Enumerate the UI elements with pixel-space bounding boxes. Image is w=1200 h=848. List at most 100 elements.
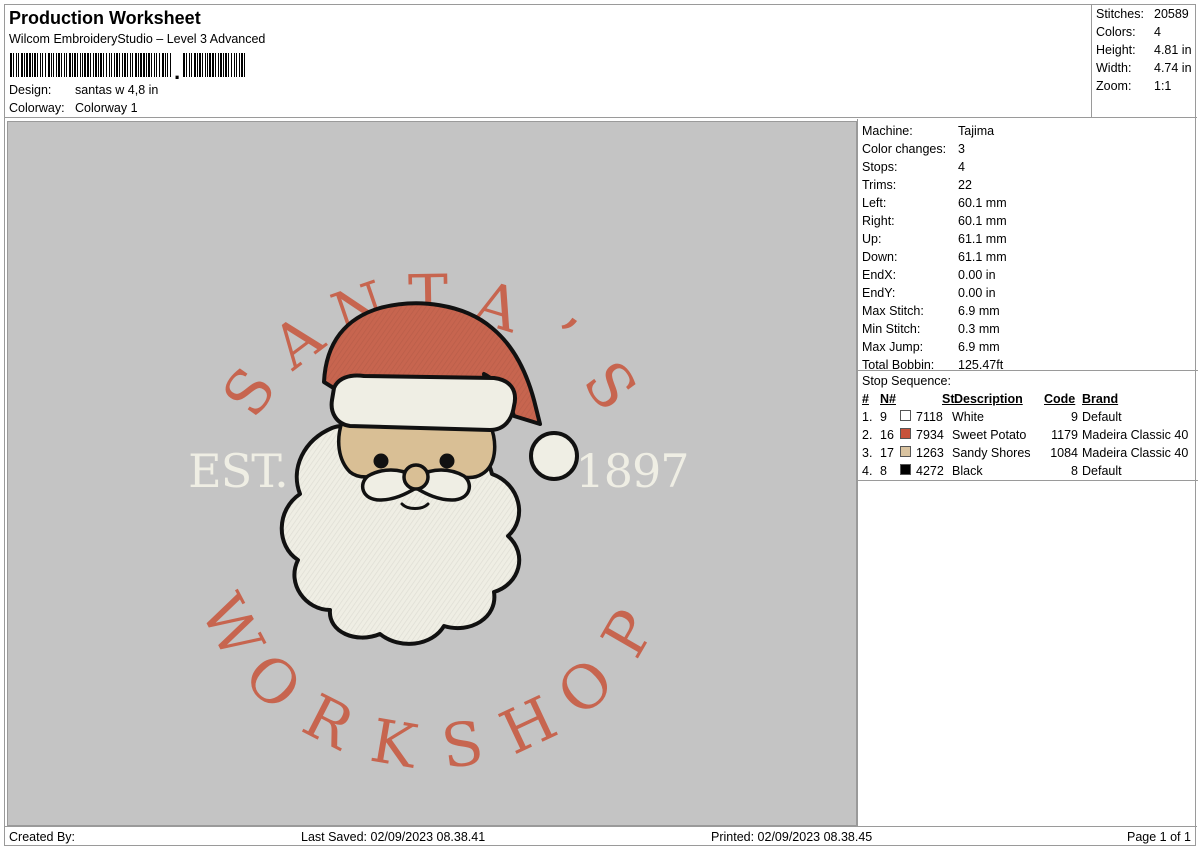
barcode-bar	[205, 53, 206, 77]
thread-brand: Madeira Classic 40	[1082, 428, 1189, 442]
barcode-bar	[159, 53, 160, 77]
color-swatch	[900, 464, 911, 475]
santa-right-eye	[439, 453, 455, 469]
barcode-bar	[51, 53, 52, 77]
barcode-bar	[109, 53, 110, 77]
detail-row: Down: 61.1 mm	[862, 250, 1007, 264]
barcode-bar	[156, 53, 157, 77]
barcode-bar	[186, 53, 187, 77]
barcode-bar	[220, 53, 222, 77]
summary-value: 1:1	[1154, 79, 1172, 93]
summary-row: Width: 4.74 in	[1096, 61, 1192, 75]
detail-label: Max Jump:	[862, 340, 924, 354]
detail-value: 61.1 mm	[958, 250, 1007, 264]
thread-brand: Madeira Classic 40	[1082, 446, 1189, 460]
arc-letter: R	[292, 681, 366, 765]
stitch-count: 1263	[916, 446, 944, 460]
summary-label: Height:	[1096, 43, 1136, 57]
detail-value: 0.00 in	[958, 286, 996, 300]
thread-description: Black	[952, 464, 983, 478]
barcode-bar	[13, 53, 14, 77]
color-swatch	[900, 428, 911, 439]
needle-number: 8	[880, 464, 887, 478]
barcode-bar	[215, 53, 216, 77]
barcode-bar	[103, 53, 104, 77]
summary-label: Colors:	[1096, 25, 1136, 39]
year-text: 1897	[575, 444, 688, 498]
stop-index: 2.	[862, 428, 873, 442]
column-header-n: N#	[880, 392, 896, 406]
arc-letter: S	[437, 708, 487, 783]
santa-hat-pompom	[529, 431, 579, 481]
detail-label: Min Stitch:	[862, 322, 921, 336]
detail-row: Max Stitch: 6.9 mm	[862, 304, 1000, 318]
detail-label: Left:	[862, 196, 887, 210]
barcode-bar	[135, 53, 137, 77]
machine-details-panel: Machine: Tajima Color changes: 3 Stops: 4 Trim…	[857, 119, 1198, 827]
detail-label: Trims:	[862, 178, 897, 192]
barcode-bar	[45, 53, 46, 77]
detail-row: Right: 60.1 mm	[862, 214, 1007, 228]
stitch-count: 4272	[916, 464, 944, 478]
barcode-bar	[146, 53, 147, 77]
barcode-bar	[130, 53, 131, 77]
barcode-bar	[90, 53, 91, 77]
barcode-bar	[239, 53, 240, 77]
detail-label: Max Stitch:	[862, 304, 924, 318]
divider	[858, 480, 1198, 481]
production-worksheet: Production Worksheet Wilcom EmbroiderySt…	[4, 4, 1198, 846]
summary-value: 4	[1154, 25, 1161, 39]
column-header-description: Description	[954, 392, 1023, 406]
detail-label: Color changes:	[862, 142, 947, 156]
detail-value: 22	[958, 178, 972, 192]
barcode-bar	[61, 53, 62, 77]
thread-code: 1179	[1051, 428, 1078, 442]
last-saved: Last Saved: 02/09/2023 08.38.41	[301, 830, 486, 844]
barcode-bar	[236, 53, 237, 77]
barcode-bar	[16, 53, 17, 77]
barcode-bar	[18, 53, 19, 77]
thread-code: 9	[1071, 410, 1078, 424]
detail-label: Machine:	[862, 124, 913, 138]
design-label: Design:	[9, 83, 52, 97]
summary-row: Stitches: 20589	[1096, 7, 1189, 21]
column-header-num: #	[862, 392, 869, 406]
detail-label: Down:	[862, 250, 898, 264]
barcode-bar	[106, 53, 107, 77]
barcode-bar	[111, 53, 112, 77]
column-header-code: Code	[1044, 392, 1076, 406]
barcode-bar	[165, 53, 166, 77]
barcode-bar	[64, 53, 65, 77]
barcode-bar	[21, 53, 23, 77]
thread-description: Sweet Potato	[952, 428, 1027, 442]
detail-row: Left: 60.1 mm	[862, 196, 1007, 210]
barcode-bar	[223, 53, 224, 77]
thread-description: Sandy Shores	[952, 446, 1031, 460]
colorway-label: Colorway:	[9, 101, 65, 115]
barcode-bar	[24, 53, 25, 77]
barcode-bar	[212, 53, 214, 77]
arc-letter: H	[490, 683, 567, 769]
barcode-bar	[132, 53, 133, 77]
page-number: Page 1 of 1	[1127, 830, 1191, 844]
barcode-bar	[100, 53, 102, 77]
barcode-bar	[218, 53, 219, 77]
santa-hat-brim	[329, 373, 517, 432]
stop-index: 4.	[862, 464, 873, 478]
color-swatch	[900, 446, 911, 457]
arc-letter: P	[589, 599, 670, 669]
detail-row: EndX: 0.00 in	[862, 268, 996, 282]
barcode-bar	[98, 53, 99, 77]
worksheet-header: Production Worksheet Wilcom EmbroiderySt…	[5, 5, 1091, 118]
barcode-bar	[82, 53, 83, 77]
color-swatch	[900, 410, 911, 421]
barcode: ,	[10, 53, 245, 79]
barcode-bar	[34, 53, 36, 77]
barcode-bar	[37, 53, 38, 77]
barcode-bar	[42, 53, 43, 77]
stop-index: 1.	[862, 410, 873, 424]
barcode-bar	[93, 53, 94, 77]
summary-label: Stitches:	[1096, 7, 1144, 21]
barcode-bar	[95, 53, 97, 77]
summary-row: Zoom: 1:1	[1096, 79, 1171, 93]
